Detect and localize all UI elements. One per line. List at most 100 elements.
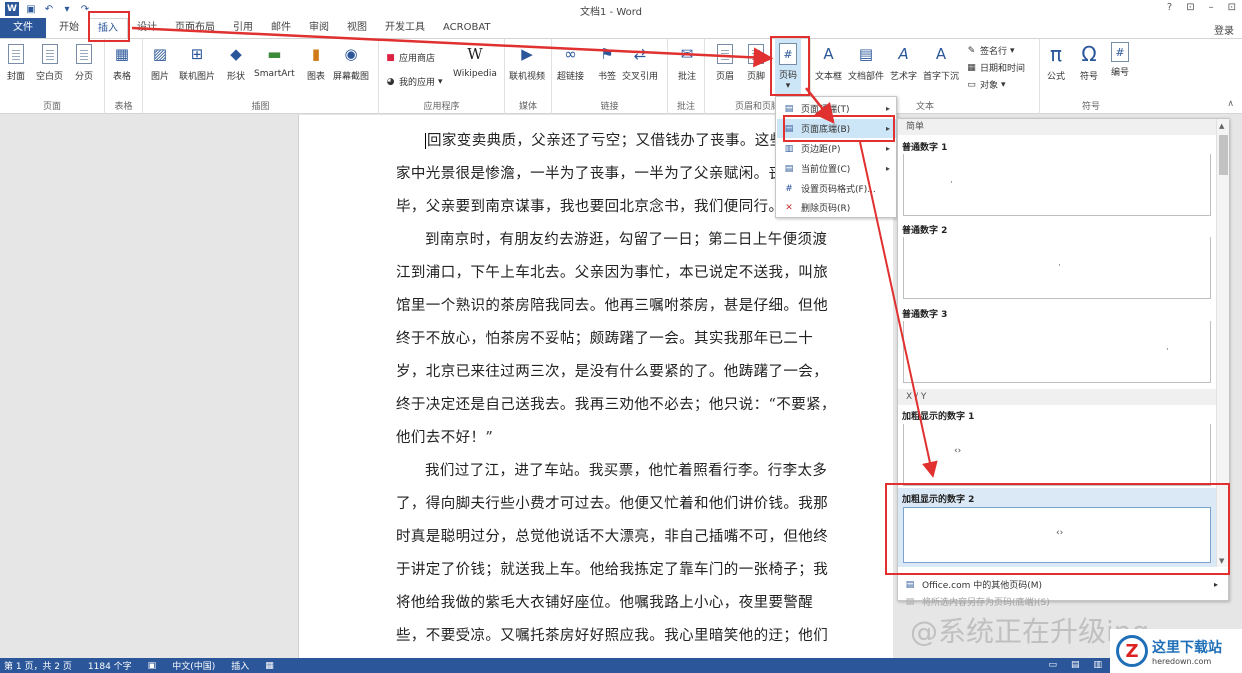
scroll-up-icon[interactable]: ▲ bbox=[1219, 122, 1224, 130]
gallery-item-bold-number-1[interactable]: ‹› bbox=[903, 424, 1211, 486]
more-page-numbers-office[interactable]: ▤ Office.com 中的其他页码(M) ▸ bbox=[900, 576, 1226, 593]
group-comments: ✉ 批注 批注 bbox=[668, 39, 705, 114]
online-picture-button[interactable]: ⊞ 联机图片 bbox=[179, 42, 215, 82]
footer-button[interactable]: 页脚 bbox=[745, 42, 767, 82]
screenshot-button[interactable]: ◉ 屏幕截图 bbox=[333, 42, 369, 82]
menu-item-remove-page-numbers[interactable]: ✕ 删除页码(R) bbox=[777, 198, 896, 217]
quick-access-toolbar: W ▣ ↶ ▾ ↷ bbox=[0, 2, 91, 16]
shapes-button[interactable]: ◆ 形状 bbox=[225, 42, 247, 82]
my-apps-button[interactable]: ◕ 我的应用 ▾ bbox=[385, 75, 443, 89]
print-layout-icon[interactable]: ▤ bbox=[1071, 660, 1080, 670]
tab-view[interactable]: 视图 bbox=[338, 18, 376, 38]
online-video-button[interactable]: ▶ 联机视频 bbox=[509, 42, 545, 82]
object-button[interactable]: ▭ 对象 ▾ bbox=[966, 78, 1005, 92]
cover-page-button[interactable]: 封面 bbox=[5, 42, 27, 82]
gallery-item-label: 普通数字 1 bbox=[902, 143, 948, 153]
date-time-button[interactable]: ▦ 日期和时间 bbox=[966, 61, 1025, 75]
group-illustrations-label: 插图 bbox=[251, 102, 270, 112]
number-button[interactable]: # 编号 bbox=[1111, 42, 1129, 78]
page-margin-icon: ▥ bbox=[784, 143, 794, 154]
chart-button[interactable]: ▮ 图表 bbox=[305, 42, 327, 82]
insert-mode[interactable]: 插入 bbox=[231, 659, 249, 672]
page-top-icon: ▤ bbox=[784, 103, 794, 114]
restore-button[interactable]: ⊡ bbox=[1228, 2, 1236, 13]
macro-icon[interactable]: ▦ bbox=[265, 661, 274, 671]
pi-icon: π bbox=[1049, 42, 1063, 66]
tab-developer[interactable]: 开发工具 bbox=[376, 18, 434, 38]
office-icon: ▤ bbox=[905, 579, 915, 590]
blank-page-button[interactable]: 空白页 bbox=[36, 42, 63, 82]
brand-url: heredown.com bbox=[1152, 656, 1212, 666]
language[interactable]: 中文(中国) bbox=[172, 659, 215, 672]
wikipedia-button[interactable]: W Wikipedia bbox=[453, 42, 497, 79]
page-break-button[interactable]: 分页 bbox=[73, 42, 95, 82]
tab-mailings[interactable]: 邮件 bbox=[262, 18, 300, 38]
text-cursor bbox=[425, 133, 426, 149]
cross-reference-button[interactable]: ⇄ 交叉引用 bbox=[622, 42, 658, 82]
gallery-item-plain-number-3[interactable]: · bbox=[903, 321, 1211, 383]
drop-cap-button[interactable]: A 首字下沉 bbox=[923, 42, 959, 82]
ribbon-tabs: 文件 开始 插入 设计 页面布局 引用 邮件 审阅 视图 开发工具 ACROBA… bbox=[0, 18, 1242, 38]
picture-button[interactable]: ▨ 图片 bbox=[149, 42, 171, 82]
group-links: ∞ 超链接 ⚑ 书签 ⇄ 交叉引用 链接 bbox=[552, 39, 668, 114]
gallery-item-plain-number-1[interactable]: · bbox=[903, 154, 1211, 216]
ribbon-display-button[interactable]: ⊡ bbox=[1186, 2, 1194, 13]
web-layout-icon[interactable]: ▥ bbox=[1093, 660, 1102, 670]
undo-icon[interactable]: ↶ bbox=[43, 3, 55, 15]
format-icon: # bbox=[785, 183, 793, 194]
proofing-icon[interactable]: ▣ bbox=[148, 661, 157, 671]
help-button[interactable]: ? bbox=[1167, 2, 1172, 13]
symbol-button[interactable]: Ω 符号 bbox=[1078, 42, 1100, 82]
tab-design[interactable]: 设计 bbox=[128, 18, 166, 38]
number-icon: # bbox=[1111, 42, 1129, 62]
smartart-button[interactable]: ▬ SmartArt bbox=[254, 42, 295, 79]
gallery-item-plain-number-2[interactable]: · bbox=[903, 237, 1211, 299]
tab-review[interactable]: 审阅 bbox=[300, 18, 338, 38]
highlight-box-insert-tab bbox=[88, 11, 130, 42]
scroll-thumb[interactable] bbox=[1219, 135, 1228, 175]
read-mode-icon[interactable]: ▭ bbox=[1048, 660, 1057, 670]
text-box-button[interactable]: A 文本框 bbox=[815, 42, 842, 82]
bookmark-button[interactable]: ⚑ 书签 bbox=[596, 42, 618, 82]
highlight-box-bold-number-2 bbox=[885, 483, 1230, 575]
tab-references[interactable]: 引用 bbox=[224, 18, 262, 38]
wordart-icon: A bbox=[898, 45, 909, 63]
chart-icon: ▮ bbox=[311, 45, 321, 63]
wordart-button[interactable]: A 艺术字 bbox=[890, 42, 917, 82]
word-count[interactable]: 1184 个字 bbox=[88, 659, 132, 672]
picture-icon: ▨ bbox=[152, 45, 168, 63]
header-button[interactable]: 页眉 bbox=[714, 42, 736, 82]
quick-parts-button[interactable]: ▤ 文档部件 bbox=[848, 42, 884, 82]
comment-button[interactable]: ✉ 批注 bbox=[676, 42, 698, 82]
equation-button[interactable]: π 公式 bbox=[1045, 42, 1067, 82]
login-link[interactable]: 登录 bbox=[1214, 22, 1234, 37]
page-count[interactable]: 第 1 页，共 2 页 bbox=[4, 659, 72, 672]
menu-item-format-page-numbers[interactable]: # 设置页码格式(F)... bbox=[777, 179, 896, 198]
submenu-arrow-icon: ▸ bbox=[885, 144, 890, 153]
group-illustrations: ▨ 图片 ⊞ 联机图片 ◆ 形状 ▬ SmartArt ▮ 图表 ◉ 屏幕截图 插图 bbox=[143, 39, 379, 114]
current-position-icon: ▤ bbox=[784, 163, 794, 174]
hyperlink-button[interactable]: ∞ 超链接 bbox=[557, 42, 584, 82]
table-button[interactable]: ▦ 表格 bbox=[111, 42, 133, 82]
my-apps-icon: ◕ bbox=[386, 76, 395, 87]
save-icon[interactable]: ▣ bbox=[25, 3, 37, 15]
collapse-ribbon-icon[interactable]: ∧ bbox=[1227, 99, 1234, 109]
drop-cap-icon: A bbox=[935, 45, 947, 63]
gallery-item-label: 普通数字 2 bbox=[902, 226, 948, 236]
group-tables: ▦ 表格 表格 bbox=[105, 39, 143, 114]
quick-parts-icon: ▤ bbox=[858, 45, 874, 63]
store-icon: ■ bbox=[386, 52, 395, 63]
gallery-section-header: 简单 bbox=[898, 119, 1216, 135]
screenshot-icon: ◉ bbox=[344, 45, 358, 63]
signature-line-button[interactable]: ✎ 签名行 ▾ bbox=[966, 44, 1015, 58]
tab-file[interactable]: 文件 bbox=[0, 18, 46, 38]
dropdown-icon[interactable]: ▾ bbox=[61, 3, 73, 15]
tab-acrobat[interactable]: ACROBAT bbox=[434, 18, 500, 38]
tab-layout[interactable]: 页面布局 bbox=[166, 18, 224, 38]
tab-home[interactable]: 开始 bbox=[50, 18, 88, 38]
app-store-button[interactable]: ■ 应用商店 bbox=[385, 51, 435, 65]
menu-item-current-position[interactable]: ▤ 当前位置(C) ▸ bbox=[777, 159, 896, 178]
submenu-arrow-icon: ▸ bbox=[1213, 580, 1218, 589]
group-links-label: 链接 bbox=[600, 102, 619, 112]
minimize-button[interactable]: – bbox=[1209, 2, 1214, 13]
